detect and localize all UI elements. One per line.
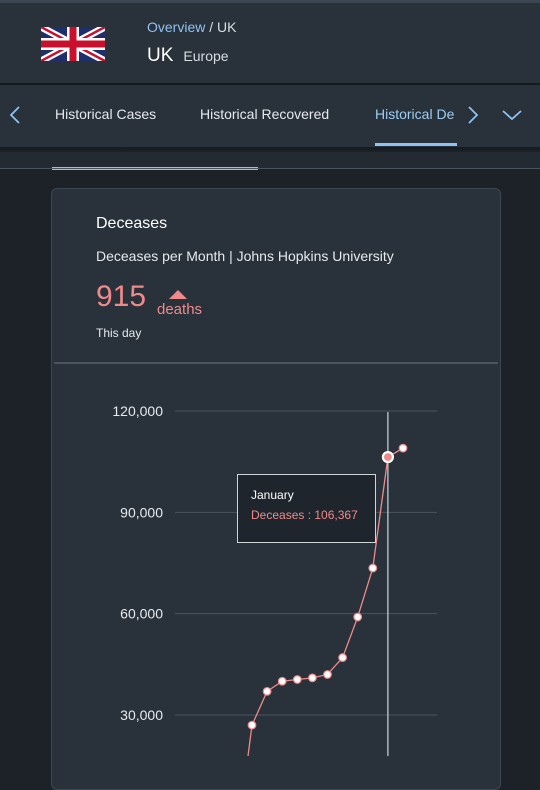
sub-tab-divider	[0, 168, 540, 169]
y-tick-label: 90,000	[120, 504, 163, 520]
data-point[interactable]	[338, 653, 348, 662]
region-name: Europe	[183, 48, 229, 64]
chevron-down-icon[interactable]	[500, 104, 524, 126]
chart-tooltip: January Deceases : 106,367	[237, 474, 376, 543]
kpi-unit: deaths	[157, 301, 203, 318]
data-point[interactable]	[277, 676, 287, 686]
card-title: Deceases	[96, 215, 168, 232]
breadcrumb-current: UK	[217, 19, 237, 35]
data-point[interactable]	[323, 670, 332, 679]
tooltip-title: January	[251, 488, 294, 502]
deceases-line-chart: 120,000 90,000 60,000 30,000	[112, 403, 437, 756]
y-tick-label: 30,000	[120, 707, 163, 723]
country-name: UK	[147, 45, 174, 66]
breadcrumb: Overview / UK	[147, 19, 236, 35]
tab-historical-cases[interactable]: Historical Cases	[55, 106, 156, 122]
tab-historical-recovered[interactable]: Historical Recovered	[200, 106, 329, 122]
tab-active-indicator	[375, 143, 457, 146]
page-title: UK Europe	[147, 45, 229, 67]
data-point[interactable]	[262, 686, 272, 696]
data-point[interactable]	[353, 612, 363, 622]
highlighted-data-point[interactable]	[381, 450, 394, 464]
card-subtitle: Deceases per Month | Johns Hopkins Unive…	[96, 248, 394, 264]
data-point[interactable]	[308, 673, 317, 683]
header: Overview / UK UK Europe	[0, 3, 540, 83]
chevron-left-icon[interactable]	[6, 104, 26, 126]
trend-up-icon	[169, 290, 187, 299]
chart-y-axis: 120,000 90,000 60,000 30,000	[112, 403, 163, 723]
breadcrumb-overview-link[interactable]: Overview	[147, 19, 205, 35]
tab-bar: Historical Cases Historical Recovered Hi…	[0, 85, 540, 147]
chart-gridlines	[175, 410, 437, 716]
tab-historical-deaths[interactable]: Historical De	[375, 106, 454, 122]
y-tick-label: 120,000	[112, 403, 163, 419]
kpi-value: 915	[96, 280, 147, 313]
data-point[interactable]	[368, 563, 378, 573]
sub-tab-bar	[0, 152, 540, 168]
y-tick-label: 60,000	[120, 606, 163, 622]
kpi-note: This day	[96, 326, 142, 340]
chevron-right-icon[interactable]	[462, 104, 482, 126]
uk-flag-icon	[41, 27, 105, 61]
data-point[interactable]	[247, 720, 257, 730]
data-point[interactable]	[398, 443, 408, 453]
tooltip-value: Deceases : 106,367	[251, 508, 358, 522]
data-point[interactable]	[292, 675, 302, 684]
breadcrumb-separator: /	[209, 19, 214, 35]
card-divider	[54, 362, 498, 364]
